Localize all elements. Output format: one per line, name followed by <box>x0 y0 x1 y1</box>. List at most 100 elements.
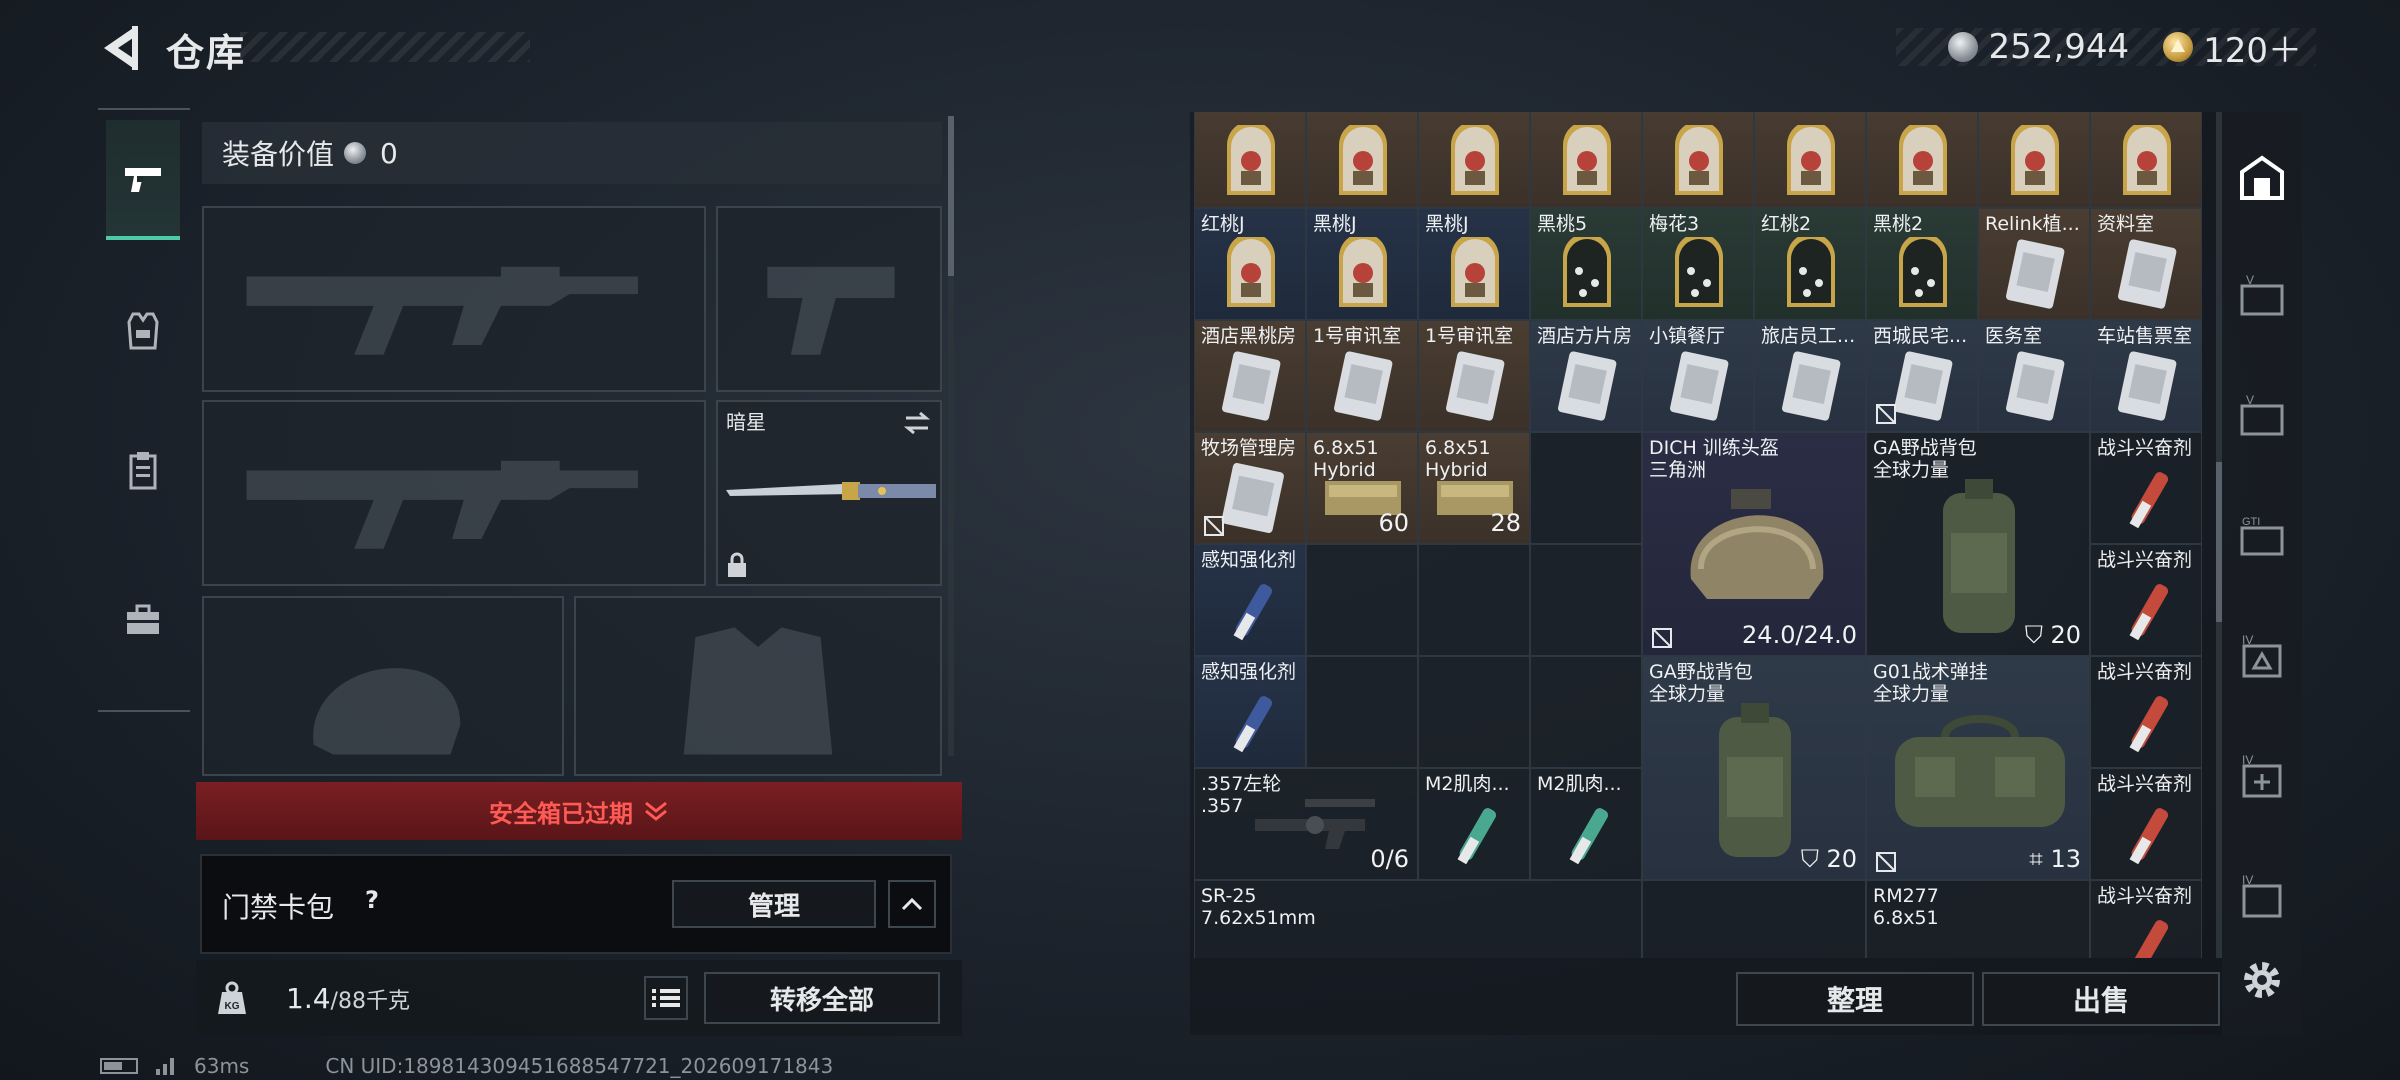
tab-consumables[interactable] <box>106 410 180 530</box>
playing-card-item[interactable]: 红桃J <box>1194 208 1306 320</box>
playing-card-item[interactable] <box>2090 112 2202 208</box>
gold-currency-amount[interactable]: 120＋ <box>2203 23 2302 72</box>
empty-cell[interactable] <box>1418 544 1530 656</box>
ammo-item[interactable]: 6.8x51 Hybrid 28 <box>1418 432 1530 544</box>
playing-card-item[interactable]: 红桃2 <box>1754 208 1866 320</box>
playing-card-item[interactable]: 黑桃5 <box>1530 208 1642 320</box>
transfer-all-button[interactable]: 转移全部 <box>704 972 940 1024</box>
stimulant-item[interactable]: 战斗兴奋剂 <box>2090 880 2202 958</box>
empty-cell[interactable] <box>1306 656 1418 768</box>
stimulant-item[interactable]: 战斗兴奋剂 <box>2090 768 2202 880</box>
playing-card-item[interactable]: 黑桃J <box>1306 208 1418 320</box>
list-view-button[interactable] <box>644 976 688 1020</box>
empty-cell[interactable] <box>1530 656 1642 768</box>
crate-iv-icon: IV <box>2242 873 2282 918</box>
tab-armor[interactable] <box>106 270 180 390</box>
playing-card-item[interactable]: 黑桃J <box>1418 208 1530 320</box>
keycard-item[interactable]: 酒店黑桃房 <box>1194 320 1306 432</box>
crate-iv-icon: IV <box>2242 633 2282 678</box>
tab-firearms[interactable] <box>106 120 180 240</box>
playing-card-item[interactable] <box>1418 112 1530 208</box>
playing-card-item[interactable] <box>1530 112 1642 208</box>
svg-text:IV: IV <box>2242 633 2253 647</box>
empty-cell[interactable] <box>1530 432 1642 544</box>
revolver-item[interactable]: .357左轮 .357 0/6 <box>1194 768 1418 880</box>
expansion-box-tab[interactable]: V <box>2236 392 2288 444</box>
ammo-item[interactable]: 6.8x51 Hybrid 60 <box>1306 432 1418 544</box>
playing-card-item[interactable]: 梅花3 <box>1642 208 1754 320</box>
tab-toolbox[interactable] <box>106 560 180 680</box>
category-tabs <box>98 108 190 712</box>
empty-cell[interactable] <box>1306 544 1418 656</box>
playing-card-item[interactable] <box>1194 112 1306 208</box>
help-icon[interactable]: ? <box>354 882 390 918</box>
sort-button[interactable]: 整理 <box>1736 972 1974 1026</box>
sell-button[interactable]: 出售 <box>1982 972 2220 1026</box>
backpack-item[interactable]: GA野战背包 全球力量 ⛉ 20 <box>1866 432 2090 656</box>
expansion-box-tab[interactable]: V <box>2236 272 2288 324</box>
rifle-silhouette-icon <box>246 460 638 549</box>
keycard-item[interactable]: 小镇餐厅 <box>1642 320 1754 432</box>
container-iv-tab[interactable]: IV <box>2236 752 2288 804</box>
keycard-pack-panel: 门禁卡包 ? 管理 <box>200 854 952 954</box>
keycard-item[interactable]: 西城民宅... <box>1866 320 1978 432</box>
keycard-item[interactable]: 车站售票室 <box>2090 320 2202 432</box>
swap-icon[interactable] <box>902 410 932 436</box>
playing-card-item[interactable] <box>1306 112 1418 208</box>
loadout-scrollbar[interactable] <box>948 116 954 756</box>
playing-card-item[interactable]: 黑桃2 <box>1866 208 1978 320</box>
settings-button[interactable] <box>2236 954 2288 1006</box>
container-iv-tab[interactable]: IV <box>2236 872 2288 924</box>
collapse-button[interactable] <box>888 880 936 928</box>
keycard-item[interactable]: 旅店员工... <box>1754 320 1866 432</box>
safebox-status: 安全箱已过期 <box>489 799 633 828</box>
red-syringe-icon <box>2129 472 2169 529</box>
gti-box-tab[interactable]: GTI <box>2236 512 2288 564</box>
sidearm-slot[interactable] <box>716 206 942 392</box>
chest-rig-item[interactable]: G01战术弹挂 全球力量 ⌗ 13 <box>1866 656 2090 880</box>
container-iv-tab[interactable]: IV <box>2236 632 2288 684</box>
keycard-item[interactable]: 医务室 <box>1978 320 2090 432</box>
kg-label: KG <box>225 1001 240 1012</box>
keycard-item[interactable]: Relink植... <box>1978 208 2090 320</box>
crate-gti-icon: GTI <box>2240 516 2284 556</box>
rifle-item[interactable]: RM277 6.8x51 <box>1866 880 2090 958</box>
svg-text:V: V <box>2246 393 2254 407</box>
stimulant-item[interactable]: 战斗兴奋剂 <box>2090 656 2202 768</box>
keycard-item[interactable]: 资料室 <box>2090 208 2202 320</box>
empty-cell[interactable] <box>1530 544 1642 656</box>
playing-card-item[interactable] <box>1754 112 1866 208</box>
playing-card-item[interactable] <box>1978 112 2090 208</box>
safebox-expired-banner[interactable]: 安全箱已过期 <box>196 782 962 840</box>
stimulant-item[interactable]: 战斗兴奋剂 <box>2090 432 2202 544</box>
injector-item[interactable]: M2肌肉... <box>1530 768 1642 880</box>
stimulant-item[interactable]: 感知强化剂 <box>1194 544 1306 656</box>
rifle-item[interactable]: SR-25 7.62x51mm <box>1194 880 1642 958</box>
keycard-icon <box>2006 351 2065 421</box>
warehouse-tab[interactable] <box>2236 152 2288 204</box>
keycard-item[interactable]: 酒店方片房 <box>1530 320 1642 432</box>
helmet-item[interactable]: DICH 训练头盔 三角洲 24.0/24.0 <box>1642 432 1866 656</box>
manage-button[interactable]: 管理 <box>672 880 876 928</box>
helmet-slot[interactable] <box>202 596 564 776</box>
stimulant-item[interactable]: 战斗兴奋剂 <box>2090 544 2202 656</box>
empty-cell[interactable] <box>1418 656 1530 768</box>
keycard-item[interactable]: 牧场管理房 <box>1194 432 1306 544</box>
stimulant-item[interactable]: 感知强化剂 <box>1194 656 1306 768</box>
playing-card-item[interactable] <box>1866 112 1978 208</box>
backpack-item[interactable]: GA野战背包 全球力量 ⛉ 20 <box>1642 656 1866 880</box>
playing-card-item[interactable] <box>1642 112 1754 208</box>
secondary-weapon-slot[interactable] <box>202 400 706 586</box>
body-armor-slot[interactable] <box>574 596 942 776</box>
injector-item[interactable]: M2肌肉... <box>1418 768 1530 880</box>
card-icon <box>1675 125 1723 195</box>
melee-slot[interactable]: 暗星 <box>716 400 942 586</box>
card-icon <box>1227 237 1275 307</box>
keycard-item[interactable]: 1号审讯室 <box>1418 320 1530 432</box>
page-title: 仓库 <box>166 31 247 75</box>
keycard-item[interactable]: 1号审讯室 <box>1306 320 1418 432</box>
clipboard-icon <box>129 452 157 490</box>
empty-cell[interactable] <box>1642 880 1866 958</box>
back-button[interactable] <box>96 22 144 74</box>
primary-weapon-slot[interactable] <box>202 206 706 392</box>
